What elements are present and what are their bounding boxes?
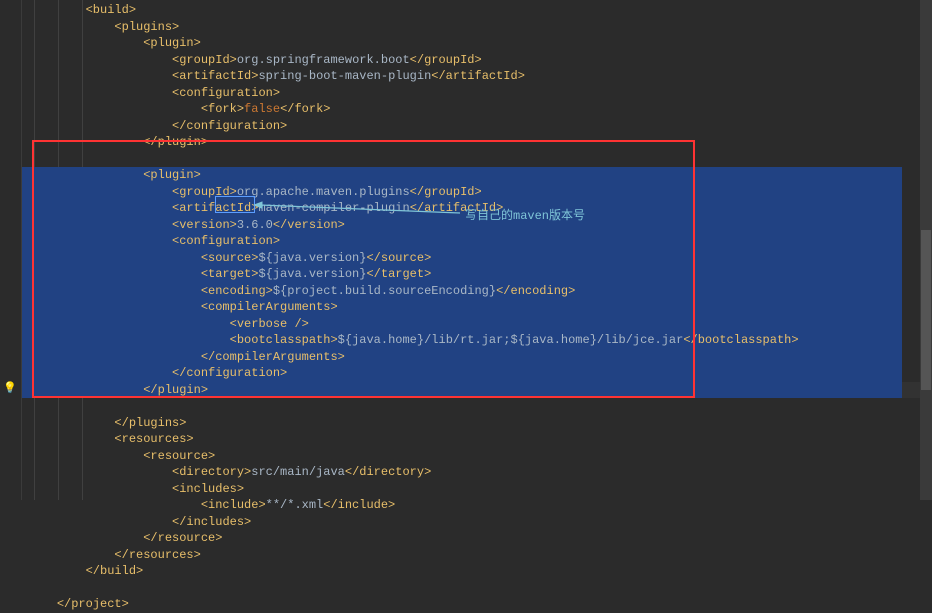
xml-text: maven-compiler-plugin (258, 201, 409, 215)
editor-gutter: 💡 (0, 0, 22, 500)
code-line[interactable]: </plugins> (22, 415, 932, 432)
xml-text: **/*.xml (266, 498, 324, 512)
annotation-text: 写自己的maven版本号 (465, 206, 585, 223)
code-line[interactable]: <include>**/*.xml</include> (22, 497, 932, 514)
xml-tag: <artifactId> (172, 201, 258, 215)
code-line[interactable]: <configuration> (22, 85, 932, 102)
xml-keyword: false (244, 102, 280, 116)
code-line[interactable]: <encoding>${project.build.sourceEncoding… (22, 283, 932, 300)
xml-tag: </fork> (280, 102, 330, 116)
xml-tag: <resources> (114, 432, 193, 446)
vertical-scrollbar-track[interactable] (920, 0, 932, 500)
xml-tag: <fork> (201, 102, 244, 116)
xml-tag: <plugins> (114, 20, 179, 34)
xml-tag: </source> (366, 251, 431, 265)
code-line[interactable]: </configuration> (22, 118, 932, 135)
code-line[interactable]: <configuration> (22, 233, 932, 250)
xml-tag: </plugin> (143, 383, 208, 397)
code-line[interactable]: <source>${java.version}</source> (22, 250, 932, 267)
xml-tag: </configuration> (172, 119, 287, 133)
code-line[interactable]: </configuration> (22, 365, 932, 382)
code-line[interactable]: <bootclasspath>${java.home}/lib/rt.jar;$… (22, 332, 932, 349)
code-line[interactable]: </resource> (22, 530, 932, 547)
xml-tag: <groupId> (172, 185, 237, 199)
xml-tag: </groupId> (410, 53, 482, 67)
xml-tag: <version> (172, 218, 237, 232)
code-line[interactable]: </plugin> (22, 382, 932, 399)
code-line[interactable]: <plugins> (22, 19, 932, 36)
xml-text: org.apache.maven.plugins (237, 185, 410, 199)
code-line[interactable] (22, 398, 932, 415)
xml-tag: <plugin> (143, 168, 201, 182)
xml-tag: <plugin> (143, 36, 201, 50)
xml-tag: </resources> (114, 548, 200, 562)
code-line[interactable]: </compilerArguments> (22, 349, 932, 366)
code-line[interactable]: </resources> (22, 547, 932, 564)
xml-tag: </plugins> (114, 416, 186, 430)
xml-text: src/main/java (251, 465, 345, 479)
code-line[interactable]: </plugin> (22, 134, 932, 151)
xml-tag: <encoding> (201, 284, 273, 298)
intention-bulb-icon[interactable]: 💡 (3, 381, 17, 395)
code-line[interactable]: </build> (22, 563, 932, 580)
xml-tag: </resource> (143, 531, 222, 545)
xml-text: spring-boot-maven-plugin (258, 69, 431, 83)
xml-tag: </encoding> (496, 284, 575, 298)
code-line[interactable] (22, 580, 932, 597)
code-editor[interactable]: 💡 <build> <plugins> <plugin> <groupId>or… (0, 0, 932, 500)
xml-tag: <build> (86, 3, 136, 17)
xml-tag: </include> (323, 498, 395, 512)
xml-tag: <includes> (172, 482, 244, 496)
xml-tag: <directory> (172, 465, 251, 479)
xml-text: ${java.version} (258, 251, 366, 265)
xml-tag: </compilerArguments> (201, 350, 345, 364)
code-content[interactable]: <build> <plugins> <plugin> <groupId>org.… (22, 0, 932, 500)
xml-tag: </plugin> (143, 135, 208, 149)
xml-tag: </version> (273, 218, 345, 232)
xml-tag: </project> (57, 597, 129, 611)
code-line[interactable]: <resources> (22, 431, 932, 448)
xml-tag: </build> (86, 564, 144, 578)
xml-text: ${project.build.sourceEncoding} (273, 284, 496, 298)
code-line[interactable]: <target>${java.version}</target> (22, 266, 932, 283)
xml-tag: <bootclasspath> (230, 333, 338, 347)
xml-tag: <source> (201, 251, 259, 265)
code-line[interactable]: <plugin> (22, 35, 932, 52)
code-line[interactable]: <artifactId>spring-boot-maven-plugin</ar… (22, 68, 932, 85)
xml-tag: </directory> (345, 465, 431, 479)
code-line[interactable]: <groupId>org.apache.maven.plugins</group… (22, 184, 932, 201)
xml-tag: <groupId> (172, 53, 237, 67)
xml-tag: </bootclasspath> (683, 333, 798, 347)
xml-tag: <configuration> (172, 234, 280, 248)
code-line[interactable]: <plugin> (22, 167, 932, 184)
code-line[interactable]: <fork>false</fork> (22, 101, 932, 118)
code-line[interactable]: </project> (22, 596, 932, 613)
code-line[interactable]: <directory>src/main/java</directory> (22, 464, 932, 481)
vertical-scrollbar-thumb[interactable] (921, 230, 931, 390)
code-line[interactable] (22, 151, 932, 168)
xml-text: ${java.version} (258, 267, 366, 281)
xml-tag: <compilerArguments> (201, 300, 338, 314)
code-line[interactable]: <includes> (22, 481, 932, 498)
xml-tag: <resource> (143, 449, 215, 463)
code-line[interactable]: <groupId>org.springframework.boot</group… (22, 52, 932, 69)
code-line[interactable]: <verbose /> (22, 316, 932, 333)
code-line[interactable]: </includes> (22, 514, 932, 531)
code-line[interactable]: <resource> (22, 448, 932, 465)
xml-tag: </groupId> (410, 185, 482, 199)
code-line[interactable]: <build> (22, 2, 932, 19)
xml-tag: <include> (201, 498, 266, 512)
xml-tag: <configuration> (172, 86, 280, 100)
xml-tag: <artifactId> (172, 69, 258, 83)
xml-tag: </includes> (172, 515, 251, 529)
code-line[interactable]: <compilerArguments> (22, 299, 932, 316)
xml-tag: </artifactId> (431, 69, 525, 83)
xml-tag: <verbose /> (230, 317, 309, 331)
xml-text: ${java.home}/lib/rt.jar;${java.home}/lib… (338, 333, 684, 347)
xml-tag: </target> (366, 267, 431, 281)
xml-tag: <target> (201, 267, 259, 281)
xml-text: 3.6.0 (237, 218, 273, 232)
xml-tag: </configuration> (172, 366, 287, 380)
xml-text: org.springframework.boot (237, 53, 410, 67)
